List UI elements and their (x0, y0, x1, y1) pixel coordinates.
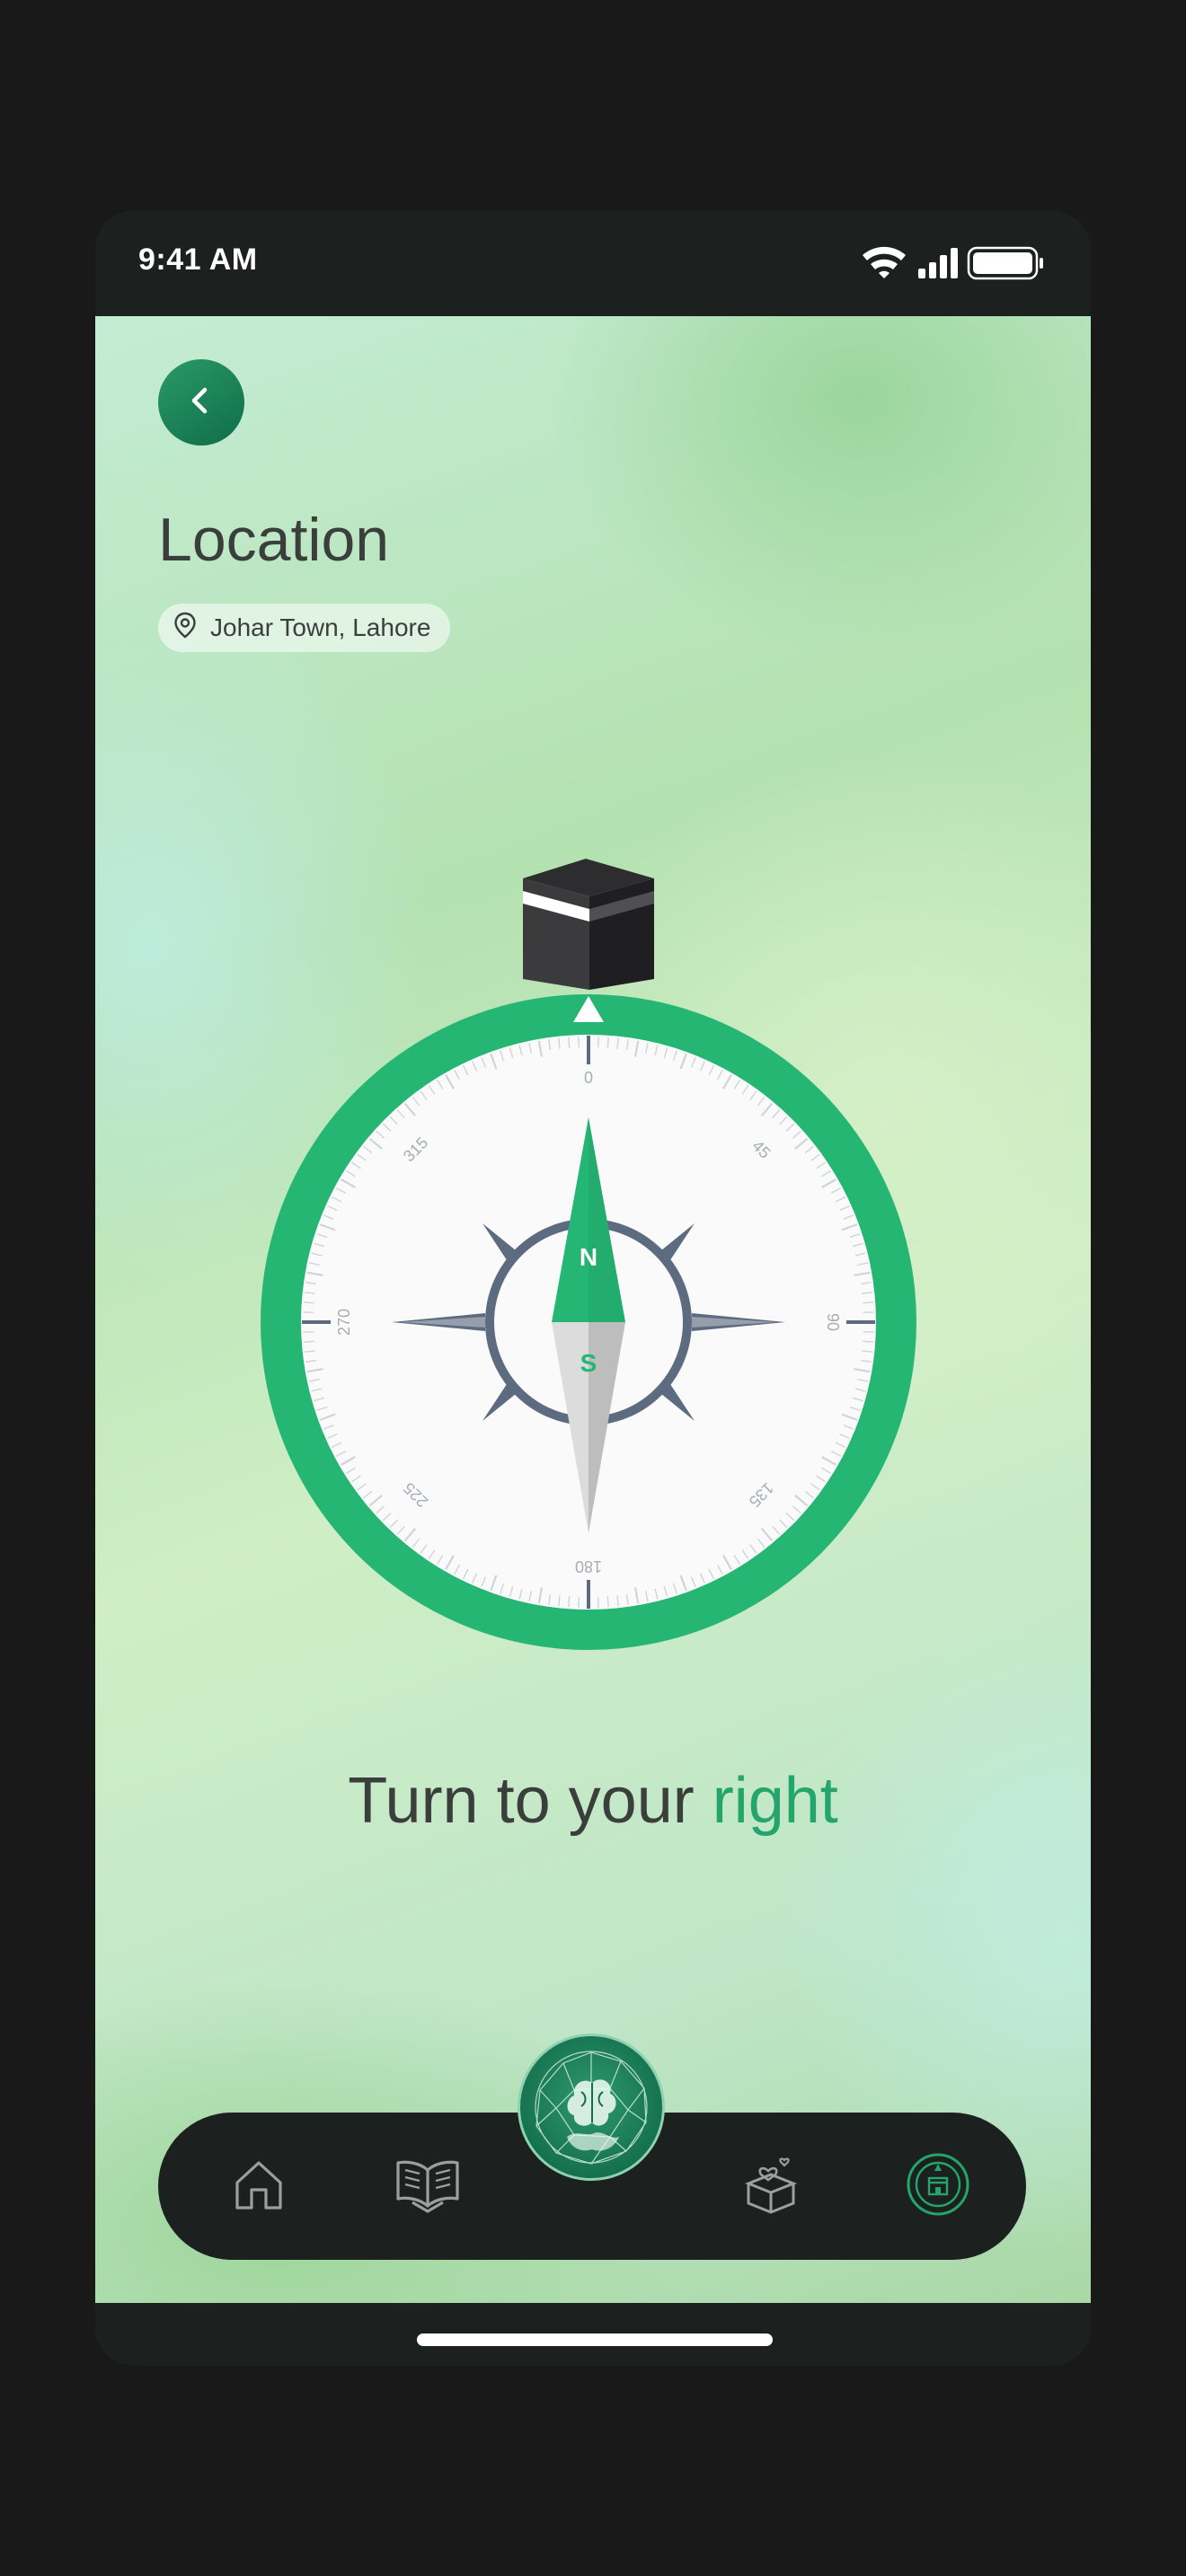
nav-quran[interactable] (392, 2150, 464, 2222)
compass-tick (303, 1340, 314, 1343)
degree-label: 270 (335, 1309, 353, 1336)
page-title: Location (158, 506, 390, 574)
compass-tick (863, 1301, 874, 1304)
nav-ai-assistant[interactable] (518, 2033, 665, 2181)
location-text: Johar Town, Lahore (210, 613, 431, 641)
location-chip[interactable]: Johar Town, Lahore (158, 604, 451, 652)
home-icon (230, 2156, 288, 2218)
compass-tick (303, 1301, 314, 1304)
home-indicator[interactable] (417, 2333, 773, 2346)
cellular-signal-icon (918, 248, 958, 278)
nav-home[interactable] (223, 2150, 295, 2222)
north-label: N (580, 1243, 597, 1271)
compass-tick (606, 1037, 609, 1048)
battery-icon (967, 246, 1043, 280)
instruction-prefix: Turn to your (348, 1765, 712, 1837)
compass-tick (606, 1596, 609, 1608)
degree-label: 180 (575, 1557, 602, 1575)
nav-qibla[interactable] (902, 2150, 974, 2222)
back-button[interactable] (158, 359, 244, 446)
qibla-compass-icon (905, 2151, 971, 2222)
instruction-direction: right (712, 1765, 838, 1837)
degree-label: 90 (824, 1313, 842, 1331)
kaaba-icon (523, 859, 654, 990)
donation-box-icon (739, 2153, 802, 2220)
open-book-icon (394, 2156, 461, 2218)
status-time: 9:41 AM (138, 243, 258, 277)
qibla-compass: 04590135180225270315 N S (261, 994, 916, 1650)
phone-frame: 9:41 AM Location Johar Town, Lahore 0 45… (95, 210, 1091, 2366)
qibla-screen: Location Johar Town, Lahore 0 45 90 135 180 2… (95, 316, 1091, 2303)
status-bar: 9:41 AM (95, 210, 1091, 316)
compass-tick (863, 1340, 874, 1343)
nav-charity[interactable] (735, 2150, 807, 2222)
instruction-text: Turn to your right (95, 1764, 1091, 1838)
compass-tick (568, 1037, 571, 1048)
map-pin-icon (171, 611, 199, 646)
chevron-left-icon (185, 384, 217, 421)
degree-label: 0 (584, 1069, 593, 1087)
status-icons (861, 244, 1049, 280)
compass-tick (568, 1596, 571, 1608)
home-indicator-area (95, 2303, 1091, 2366)
wifi-icon (863, 246, 906, 278)
south-label: S (580, 1349, 597, 1377)
